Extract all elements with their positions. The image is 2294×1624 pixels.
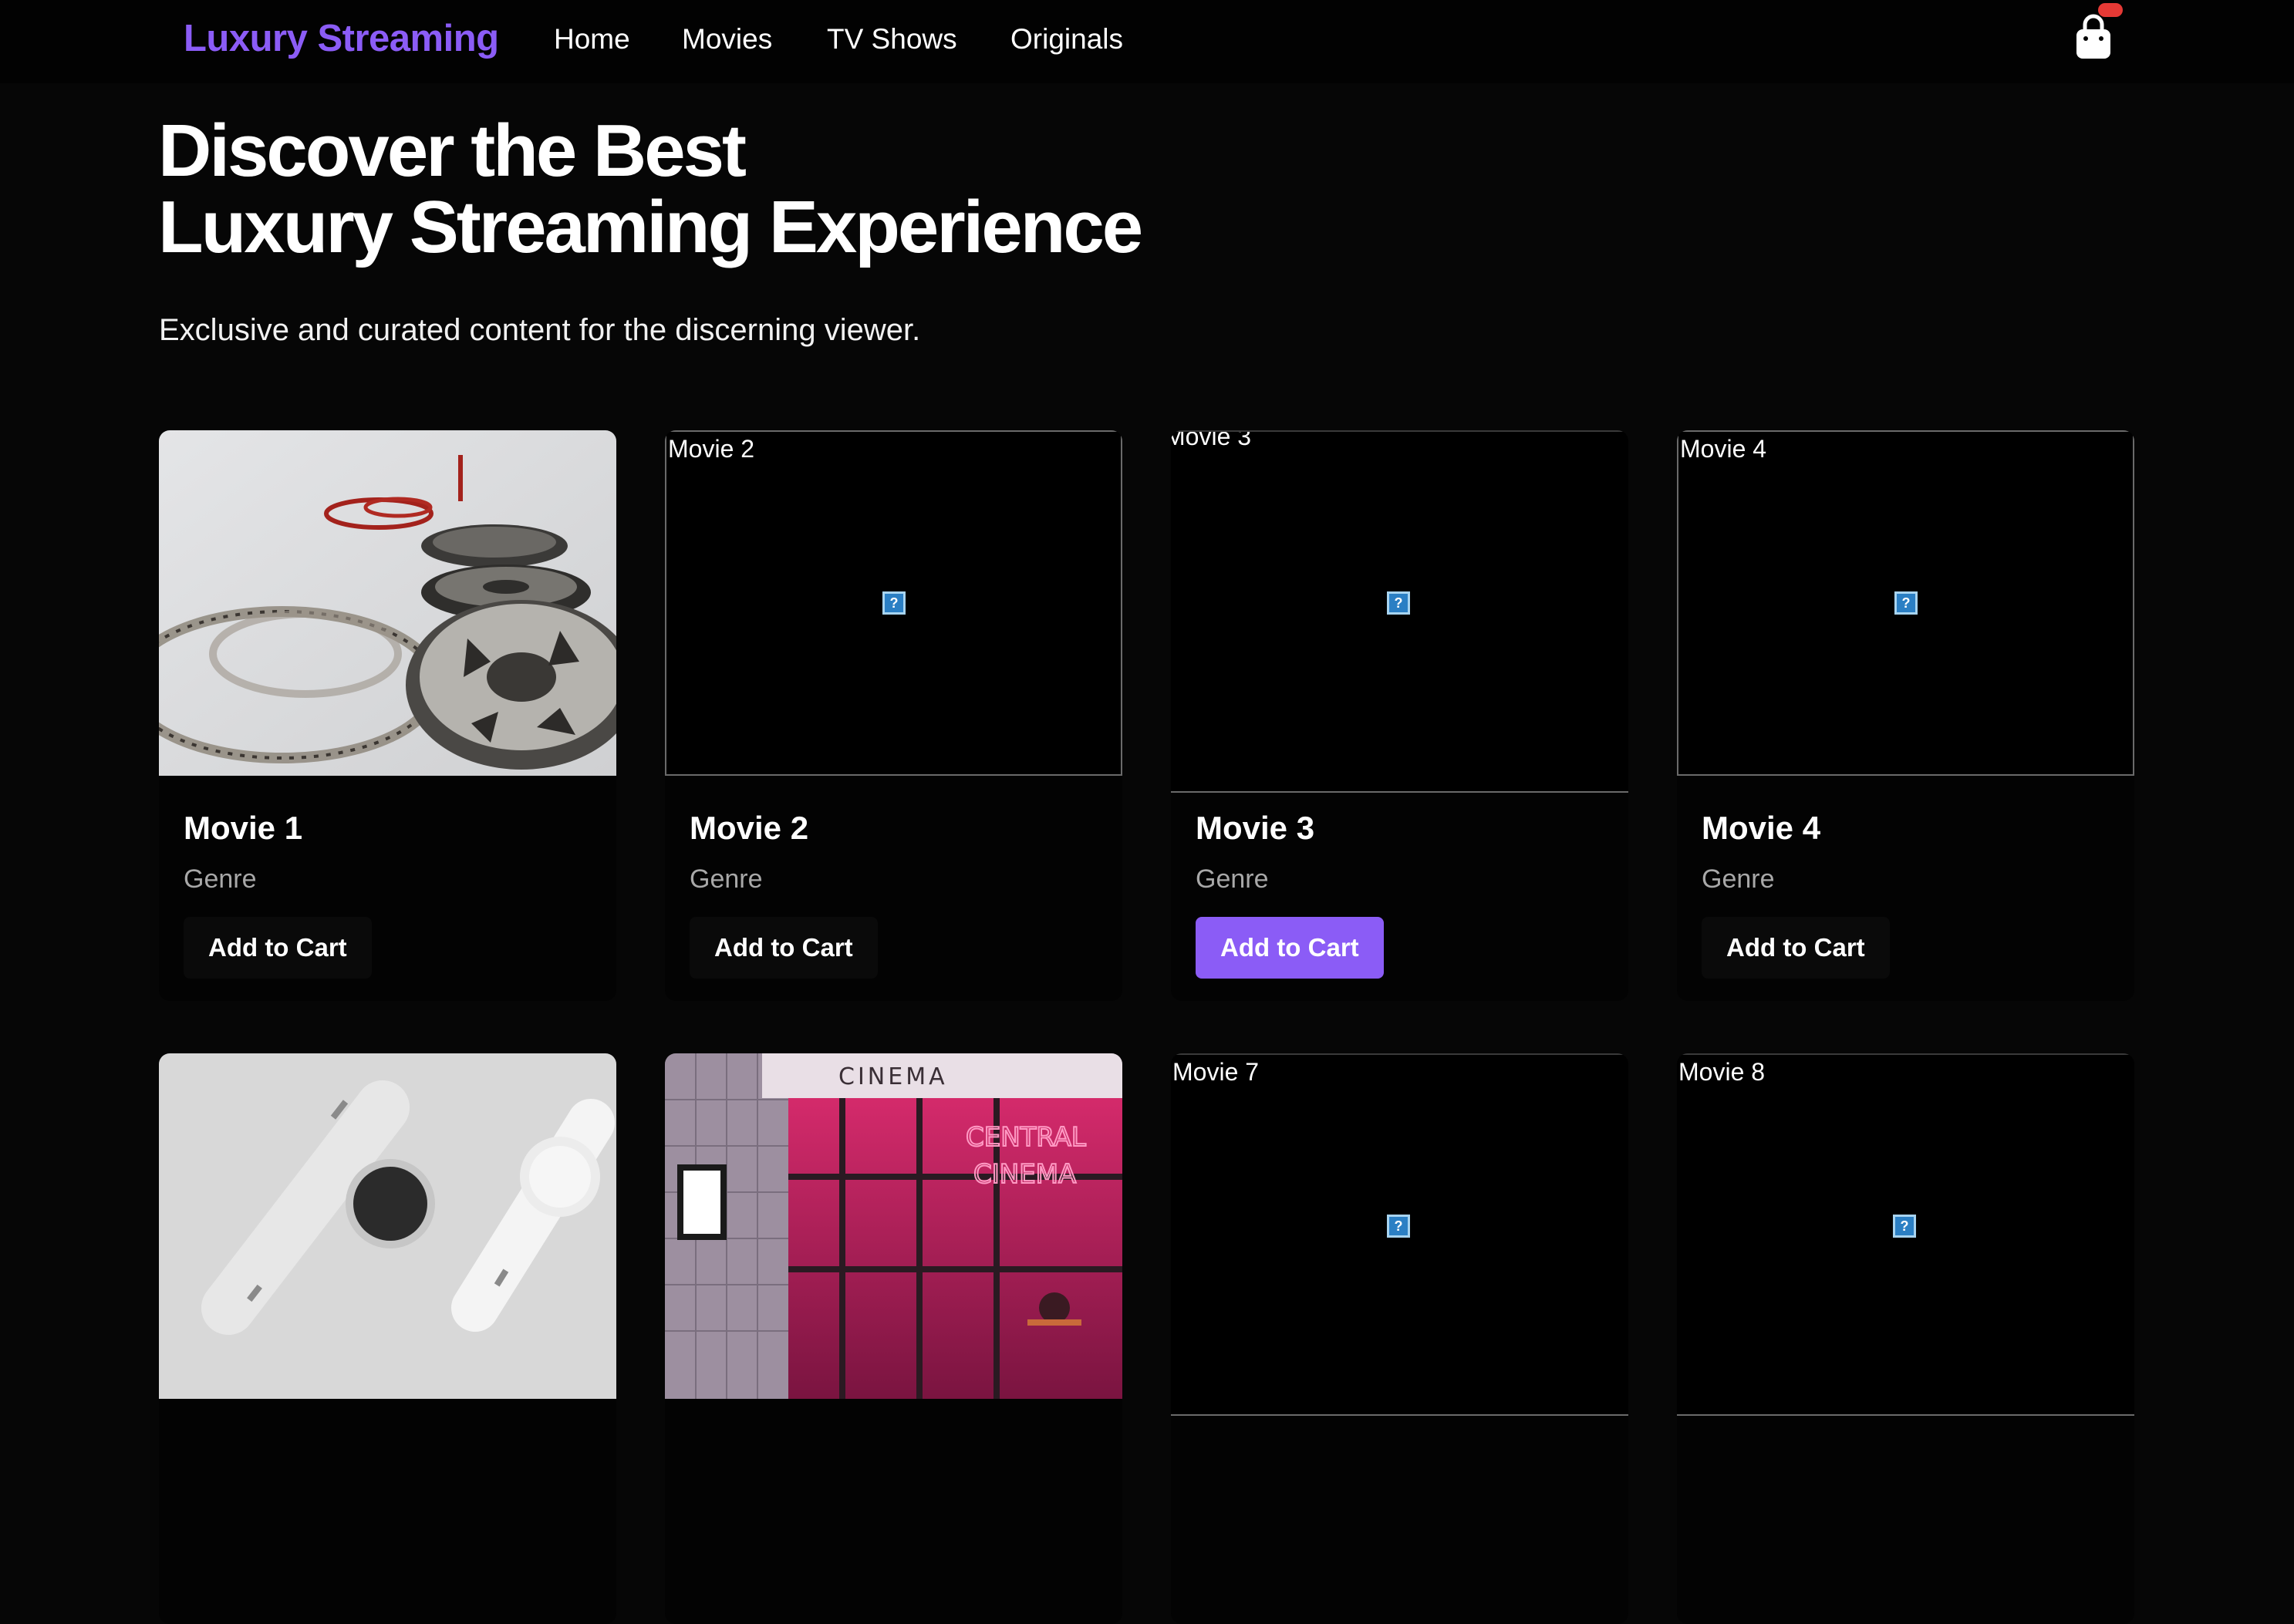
movie-card: Movie 1 Genre Add to Cart: [159, 430, 616, 1001]
broken-image-icon: ?: [1894, 591, 1918, 615]
image-alt-text: Movie 8: [1678, 1058, 1766, 1086]
movie-card: Movie 2 ? Movie 2 Genre Add to Cart: [665, 430, 1122, 1001]
movie-card: Movie 7 ?: [1171, 1053, 1628, 1624]
movie-genre: Genre: [1702, 864, 1775, 894]
hero-subtitle: Exclusive and curated content for the di…: [159, 313, 921, 347]
cart-count-badge: [2098, 3, 2123, 17]
shopping-bag-icon[interactable]: [2073, 14, 2114, 62]
broken-image-icon: ?: [1893, 1215, 1916, 1238]
broken-image-icon: ?: [1387, 1215, 1410, 1238]
nav-link-home[interactable]: Home: [554, 23, 630, 56]
broken-image-icon: ?: [882, 591, 906, 615]
add-to-cart-button[interactable]: Add to Cart: [1196, 917, 1384, 979]
image-alt-text: Movie 2: [668, 435, 755, 463]
movie-poster-smartwatches[interactable]: [159, 1053, 616, 1399]
movie-title[interactable]: Movie 1: [184, 810, 302, 847]
image-alt-text: Movie 4: [1680, 435, 1767, 463]
nav-link-movies[interactable]: Movies: [682, 23, 772, 56]
movie-poster-broken[interactable]: Movie 4 ?: [1677, 430, 2134, 776]
movie-card: CINEMA CENTRAL CINEMA: [665, 1053, 1122, 1624]
add-to-cart-button[interactable]: Add to Cart: [690, 917, 878, 979]
top-navbar: Luxury Streaming Home Movies TV Shows Or…: [0, 0, 2294, 83]
movie-poster-broken[interactable]: Movie 2 ?: [665, 430, 1122, 776]
hero-title-line-1: Discover the Best: [158, 110, 747, 192]
cinema-sign-text: CINEMA: [838, 1063, 948, 1090]
movie-poster-broken[interactable]: Movie 7 ?: [1171, 1053, 1628, 1416]
add-to-cart-button[interactable]: Add to Cart: [184, 917, 372, 979]
movie-title[interactable]: Movie 3: [1196, 810, 1314, 847]
hero-title: Discover the Best Luxury Streaming Experi…: [158, 110, 1143, 268]
broken-image-icon: ?: [1387, 591, 1410, 615]
movie-poster-film-reels[interactable]: [159, 430, 616, 776]
brand-logo[interactable]: Luxury Streaming: [184, 17, 499, 60]
nav-link-tv-shows[interactable]: TV Shows: [827, 23, 957, 56]
movie-poster-broken[interactable]: Movie 3 ?: [1171, 430, 1628, 793]
hero-title-line-2: Luxury Streaming Experience: [158, 186, 1143, 268]
cinema-facade-photo: CINEMA CENTRAL CINEMA: [665, 1053, 1122, 1399]
movie-card: Movie 3 ? Movie 3 Genre Add to Cart: [1171, 430, 1628, 1001]
smartwatches-photo: [159, 1053, 616, 1399]
image-alt-text: Movie 7: [1172, 1058, 1260, 1086]
neon-sign-line-2: CINEMA: [973, 1159, 1076, 1190]
add-to-cart-button[interactable]: Add to Cart: [1702, 917, 1890, 979]
movie-title[interactable]: Movie 2: [690, 810, 808, 847]
film-reels-photo: [159, 430, 616, 776]
movie-genre: Genre: [690, 864, 763, 894]
movie-poster-broken[interactable]: Movie 8 ?: [1677, 1053, 2134, 1416]
movie-card: Movie 8 ?: [1677, 1053, 2134, 1624]
movie-poster-cinema[interactable]: CINEMA CENTRAL CINEMA: [665, 1053, 1122, 1399]
movie-title[interactable]: Movie 4: [1702, 810, 1820, 847]
nav-link-originals[interactable]: Originals: [1010, 23, 1123, 56]
neon-sign-line-1: CENTRAL: [966, 1122, 1086, 1153]
movie-genre: Genre: [1196, 864, 1269, 894]
movie-card: Movie 4 ? Movie 4 Genre Add to Cart: [1677, 430, 2134, 1001]
movie-card: [159, 1053, 616, 1624]
movie-genre: Genre: [184, 864, 257, 894]
image-alt-text: Movie 3: [1171, 430, 1252, 450]
